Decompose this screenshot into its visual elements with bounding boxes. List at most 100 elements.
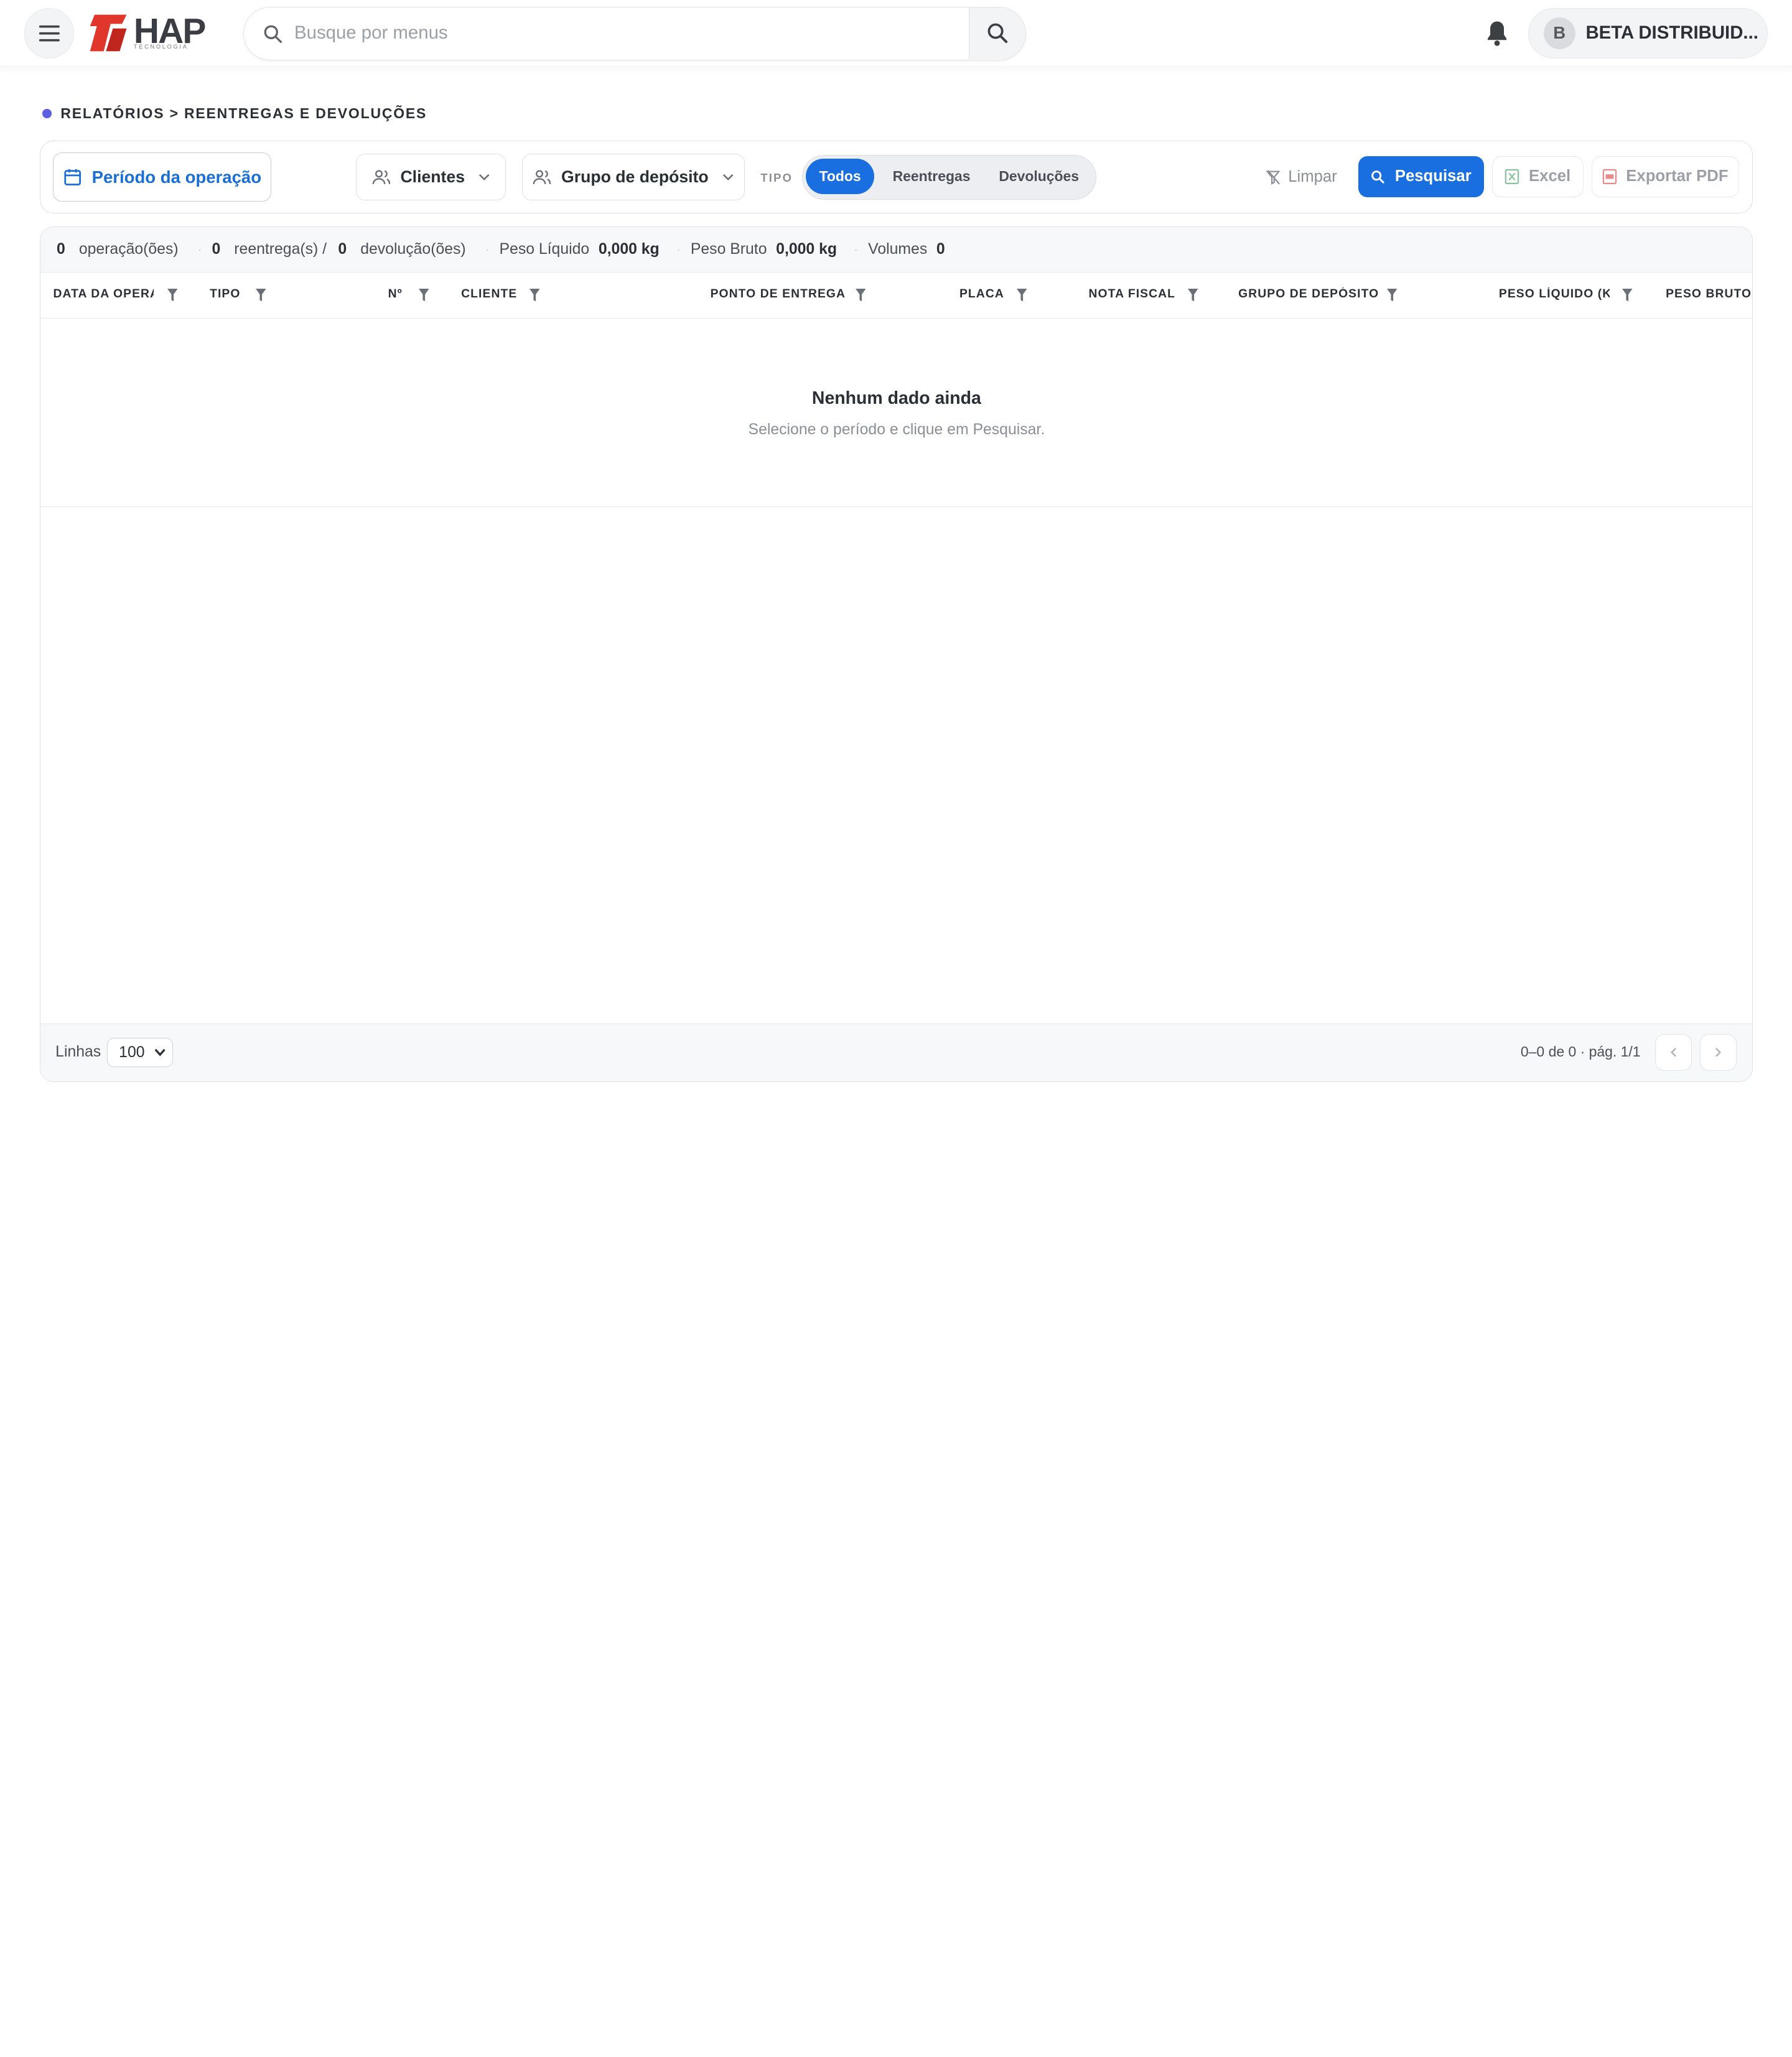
search-button[interactable] xyxy=(968,7,1026,59)
empty-state-subtitle: Selecione o período e clique em Pesquisa… xyxy=(748,421,1045,438)
table-header: DATA DA OPERAÇÃO TIPO Nº CLIENTE PONTO D… xyxy=(40,273,1753,319)
chevron-left-icon xyxy=(1671,1048,1677,1057)
bell-icon xyxy=(1488,21,1507,47)
menu-search xyxy=(243,7,1027,61)
column-header-numero[interactable]: Nº xyxy=(388,287,403,301)
devolucoes-count: 0 xyxy=(338,240,347,258)
peso-liquido-label: Peso Líquido xyxy=(499,240,590,258)
peso-bruto-label: Peso Bruto xyxy=(690,240,767,258)
hamburger-icon xyxy=(39,25,60,42)
export-pdf-button[interactable]: Exportar PDF xyxy=(1591,156,1739,197)
tipo-option-devolucoes[interactable]: Devoluções xyxy=(986,159,1091,194)
volumes-label: Volumes xyxy=(868,240,928,258)
volumes-value: 0 xyxy=(936,240,945,258)
grupo-deposito-dropdown[interactable]: Grupo de depósito xyxy=(521,154,745,201)
breadcrumb: RELATÓRIOS > REENTREGAS E DEVOLUÇÕES xyxy=(42,105,427,122)
report-table-card: 0 operação(ões) · 0 reentrega(s) / 0 dev… xyxy=(40,226,1753,1083)
column-header-placa[interactable]: PLACA xyxy=(959,287,1004,301)
filter-icon[interactable] xyxy=(255,288,266,302)
tipo-segmented-control: Todos Reentregas Devoluções xyxy=(801,154,1097,200)
column-header-peso-bruto[interactable]: PESO BRUTO xyxy=(1666,287,1752,301)
notifications-button[interactable] xyxy=(1483,18,1511,53)
search-icon xyxy=(264,25,282,43)
column-header-grupo-deposito[interactable]: GRUPO DE DEPÓSITO xyxy=(1238,287,1379,301)
column-header-peso-liquido[interactable]: PESO LÍQUIDO (KG) xyxy=(1499,287,1610,301)
user-menu[interactable]: B BETA DISTRIBUID... xyxy=(1528,7,1768,58)
separator-dot: · xyxy=(676,242,681,256)
user-name: BETA DISTRIBUID... xyxy=(1585,22,1758,44)
export-pdf-label: Exportar PDF xyxy=(1626,167,1729,185)
rows-per-page-label: Linhas xyxy=(55,1043,101,1060)
separator-dot: · xyxy=(485,242,489,256)
grupo-deposito-label: Grupo de depósito xyxy=(561,167,709,187)
filter-clear-icon xyxy=(1265,170,1280,185)
chevron-right-icon xyxy=(1715,1048,1721,1057)
menu-button[interactable] xyxy=(24,7,75,58)
rows-per-page-value: 100 xyxy=(119,1043,145,1061)
users-icon xyxy=(372,170,390,184)
app-root: HAP TECNOLOGIA B BETA DISTRIBUID... RELA… xyxy=(0,0,1792,1120)
avatar: B xyxy=(1543,17,1575,49)
logo-subtext: TECNOLOGIA xyxy=(133,43,189,50)
summary-bar: 0 operação(ões) · 0 reentrega(s) / 0 dev… xyxy=(40,226,1753,273)
reentregas-label: reentrega(s) / xyxy=(234,240,327,258)
filter-icon[interactable] xyxy=(167,288,178,302)
operacoes-count: 0 xyxy=(56,240,65,258)
separator-dot: · xyxy=(854,242,858,256)
breadcrumb-dot xyxy=(42,109,52,118)
pdf-icon xyxy=(1602,169,1617,184)
search-report-button[interactable]: Pesquisar xyxy=(1358,156,1485,197)
chevron-down-icon xyxy=(722,174,734,181)
empty-state: Nenhum dado ainda Selecione o período e … xyxy=(40,319,1753,507)
empty-state-title: Nenhum dado ainda xyxy=(811,388,981,408)
reentregas-count: 0 xyxy=(212,240,221,258)
breadcrumb-text: RELATÓRIOS > REENTREGAS E DEVOLUÇÕES xyxy=(60,105,427,121)
separator-dot: · xyxy=(197,242,202,256)
search-report-label: Pesquisar xyxy=(1394,167,1472,185)
users-icon xyxy=(533,170,551,184)
column-header-nota-fiscal[interactable]: NOTA FISCAL xyxy=(1089,287,1175,301)
filter-bar: Período da operação Clientes Grupo de de… xyxy=(40,140,1753,214)
pagination-info: 0–0 de 0 · pág. 1/1 xyxy=(1520,1043,1641,1060)
column-header-data[interactable]: DATA DA OPERAÇÃO xyxy=(53,287,154,301)
filter-icon[interactable] xyxy=(855,288,866,302)
chevron-down-icon xyxy=(478,174,490,181)
filter-icon[interactable] xyxy=(419,288,429,302)
period-picker-label: Período da operação xyxy=(91,167,262,187)
calendar-icon xyxy=(64,169,81,186)
filter-icon[interactable] xyxy=(1188,288,1198,302)
clear-filters-button[interactable]: Limpar xyxy=(1256,156,1347,198)
previous-page-button[interactable] xyxy=(1655,1034,1692,1071)
operacoes-label: operação(ões) xyxy=(78,240,179,258)
peso-bruto-value: 0,000 kg xyxy=(776,240,837,258)
export-excel-label: Excel xyxy=(1529,167,1571,185)
tipo-option-reentregas[interactable]: Reentregas xyxy=(879,159,984,194)
tipo-option-todos[interactable]: Todos xyxy=(806,159,875,195)
next-page-button[interactable] xyxy=(1700,1034,1737,1071)
peso-liquido-value: 0,000 kg xyxy=(598,240,660,258)
column-header-tipo[interactable]: TIPO xyxy=(210,287,240,301)
column-header-ponto-entrega[interactable]: PONTO DE ENTREGA xyxy=(711,287,846,301)
search-icon xyxy=(1371,170,1384,184)
column-header-cliente[interactable]: CLIENTE xyxy=(461,287,517,301)
clear-filters-label: Limpar xyxy=(1288,168,1337,186)
filter-icon[interactable] xyxy=(530,288,540,302)
filter-icon[interactable] xyxy=(1016,288,1027,302)
excel-icon xyxy=(1505,169,1519,184)
clientes-label: Clientes xyxy=(400,167,465,187)
table-footer: Linhas 100 0–0 de 0 · pág. 1/1 xyxy=(40,1023,1753,1082)
search-input[interactable] xyxy=(294,7,958,59)
filter-icon[interactable] xyxy=(1386,288,1398,302)
tipo-label: TIPO xyxy=(760,170,793,184)
rows-per-page-select[interactable]: 100 xyxy=(106,1037,174,1068)
top-bar: HAP TECNOLOGIA B BETA DISTRIBUID... xyxy=(0,0,1792,67)
filter-icon[interactable] xyxy=(1622,288,1633,302)
logo-mark-icon xyxy=(90,14,127,52)
period-picker-button[interactable]: Período da operação xyxy=(53,152,272,202)
search-icon xyxy=(987,23,1007,44)
hap-logo[interactable]: HAP TECNOLOGIA xyxy=(88,11,213,54)
devolucoes-label: devolução(ões) xyxy=(360,240,466,258)
chevron-down-icon xyxy=(154,1048,166,1056)
clientes-dropdown[interactable]: Clientes xyxy=(356,154,506,201)
export-excel-button[interactable]: Excel xyxy=(1491,156,1584,197)
